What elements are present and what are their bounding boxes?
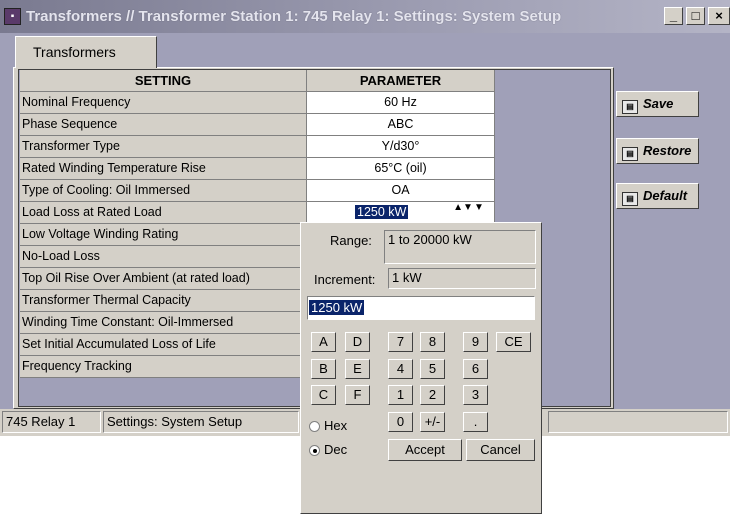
key-a[interactable]: A [311, 332, 336, 352]
minimize-button[interactable]: _ [664, 7, 683, 25]
key-f[interactable]: F [345, 385, 370, 405]
cancel-button[interactable]: Cancel [466, 439, 535, 461]
setting-cell[interactable]: No-Load Loss [20, 246, 307, 268]
dec-radio[interactable] [309, 445, 320, 456]
app-icon[interactable]: ▪ [4, 8, 21, 25]
setting-cell[interactable]: Low Voltage Winding Rating [20, 224, 307, 246]
parameter-column-header[interactable]: PARAMETER [307, 70, 495, 92]
setting-cell[interactable]: Frequency Tracking [20, 356, 307, 378]
selected-parameter-value: 1250 kW [355, 205, 409, 219]
key-1[interactable]: 1 [388, 385, 413, 405]
setting-cell[interactable]: Rated Winding Temperature Rise [20, 158, 307, 180]
setting-cell[interactable]: Nominal Frequency [20, 92, 307, 114]
key-3[interactable]: 3 [463, 385, 488, 405]
dropdown-arrow-icon[interactable]: ▼ [474, 201, 494, 216]
hex-radio[interactable] [309, 421, 320, 432]
parameter-cell[interactable]: 65°C (oil) [307, 158, 495, 180]
key-8[interactable]: 8 [420, 332, 445, 352]
save-label: Save [643, 96, 674, 111]
hex-label: Hex [324, 418, 348, 433]
setting-cell[interactable]: Load Loss at Rated Load [20, 202, 307, 224]
dec-label: Dec [324, 442, 348, 457]
key-c[interactable]: C [311, 385, 336, 405]
save-button[interactable]: ▤ Save [616, 91, 699, 117]
setting-cell[interactable]: Transformer Type [20, 136, 307, 158]
setting-cell[interactable]: Winding Time Constant: Oil-Immersed [20, 312, 307, 334]
accept-button[interactable]: Accept [388, 439, 462, 461]
key-6[interactable]: 6 [463, 359, 488, 379]
default-icon: ▤ [622, 192, 638, 206]
maximize-button[interactable]: □ [686, 7, 705, 25]
spin-up-down-icon[interactable]: ▲▼ [453, 201, 473, 216]
key-e[interactable]: E [345, 359, 370, 379]
key-0[interactable]: 0 [388, 412, 413, 432]
parameter-cell[interactable]: ABC [307, 114, 495, 136]
key-b[interactable]: B [311, 359, 336, 379]
key-7[interactable]: 7 [388, 332, 413, 352]
key-d[interactable]: D [345, 332, 370, 352]
key-4[interactable]: 4 [388, 359, 413, 379]
window-title: Transformers // Transformer Station 1: 7… [26, 8, 562, 25]
status-device: 745 Relay 1 [2, 411, 101, 433]
default-button[interactable]: ▤ Default [616, 183, 699, 209]
save-icon: ▤ [622, 100, 638, 114]
range-label: Range: [330, 233, 372, 248]
setting-cell[interactable]: Type of Cooling: Oil Immersed [20, 180, 307, 202]
restore-button[interactable]: ▤ Restore [616, 138, 699, 164]
key-2[interactable]: 2 [420, 385, 445, 405]
setting-cell[interactable]: Set Initial Accumulated Loss of Life [20, 334, 307, 356]
key-5[interactable]: 5 [420, 359, 445, 379]
range-value: 1 to 20000 kW [384, 230, 536, 264]
key-9[interactable]: 9 [463, 332, 488, 352]
parameter-cell[interactable]: OA [307, 180, 495, 202]
restore-label: Restore [643, 143, 692, 158]
setting-cell[interactable]: Transformer Thermal Capacity [20, 290, 307, 312]
key-ce[interactable]: CE [496, 332, 531, 352]
key-plus-minus[interactable]: +/- [420, 412, 445, 432]
restore-icon: ▤ [622, 147, 638, 161]
setting-column-header[interactable]: SETTING [20, 70, 307, 92]
parameter-cell[interactable]: Y/d30° [307, 136, 495, 158]
entry-value: 1250 kW [309, 300, 365, 315]
increment-value: 1 kW [388, 268, 536, 289]
tab-transformers[interactable]: Transformers [15, 36, 157, 68]
close-button[interactable]: × [708, 7, 730, 25]
value-entry-field[interactable]: 1250 kW [307, 296, 535, 320]
setting-cell[interactable]: Top Oil Rise Over Ambient (at rated load… [20, 268, 307, 290]
setting-cell[interactable]: Phase Sequence [20, 114, 307, 136]
parameter-cell[interactable]: 60 Hz [307, 92, 495, 114]
key-decimal[interactable]: . [463, 412, 488, 432]
status-screen: Settings: System Setup [103, 411, 299, 433]
default-label: Default [643, 188, 688, 203]
status-empty-pane [548, 411, 728, 433]
increment-label: Increment: [314, 272, 376, 287]
